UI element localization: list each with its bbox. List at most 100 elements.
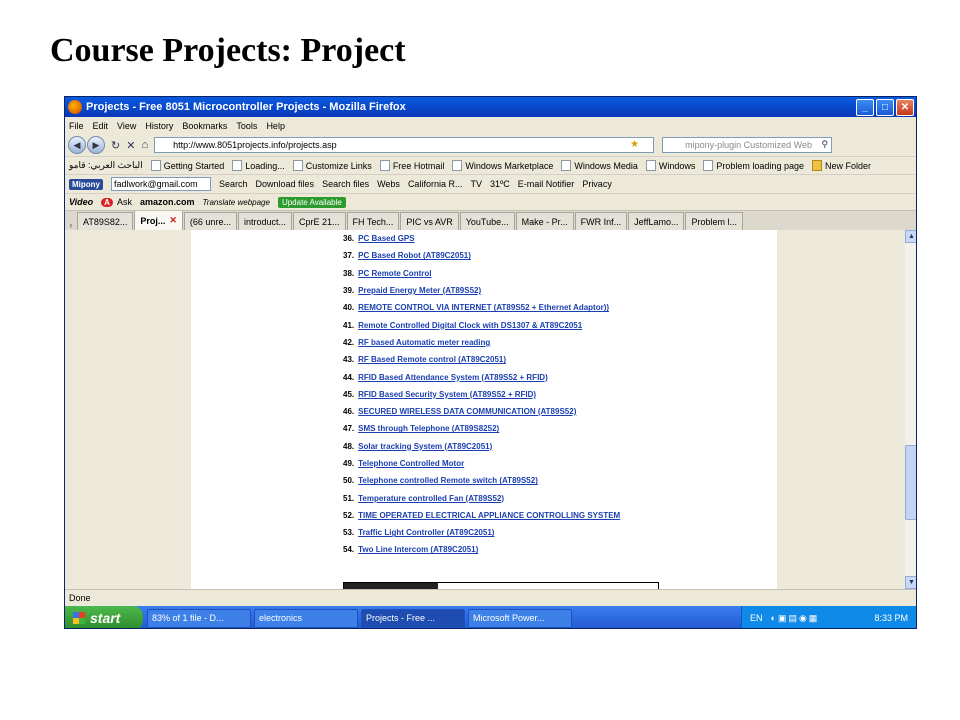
tab[interactable]: FH Tech...	[346, 212, 400, 230]
project-link[interactable]: Solar tracking System (AT89C2051)	[358, 442, 492, 451]
url-bar[interactable]: http://www.8051projects.info/projects.as…	[154, 137, 655, 153]
taskbar-item[interactable]: Microsoft Power...	[468, 608, 572, 628]
clock[interactable]: 8:33 PM	[874, 613, 908, 623]
menu-tools[interactable]: Tools	[236, 121, 257, 131]
project-link[interactable]: SMS through Telephone (AT89S8252)	[358, 424, 499, 433]
project-link[interactable]: Temperature controlled Fan (AT89S52)	[358, 494, 504, 503]
bookmark-item[interactable]: Windows	[645, 160, 695, 171]
search-input[interactable]: mipony-plugin Customized Web ⚲	[662, 137, 833, 153]
toolbar-webs[interactable]: Webs	[377, 179, 400, 189]
bookmark-item[interactable]: الباحث العربي: قامو	[69, 160, 143, 171]
taskbar-item[interactable]: electronics	[254, 608, 358, 628]
project-link[interactable]: Remote Controlled Digital Clock with DS1…	[358, 321, 582, 330]
project-link[interactable]: PC Based Robot (AT89C2051)	[358, 251, 471, 260]
project-item: 53. Traffic Light Controller (AT89C2051)	[343, 528, 495, 538]
mipony-logo[interactable]: Mipony	[69, 178, 103, 190]
project-link[interactable]: Telephone Controlled Motor	[358, 459, 464, 468]
bookmark-star-icon[interactable]: ★	[630, 139, 639, 150]
vertical-scrollbar[interactable]: ▲ ▼	[905, 230, 916, 589]
minimize-button[interactable]: _	[856, 98, 874, 116]
email-field[interactable]: fadlwork@gmail.com	[111, 177, 211, 191]
tab[interactable]: CprE 21...	[292, 212, 346, 230]
bookmark-item[interactable]: Loading...	[232, 160, 285, 171]
toolbar-radio[interactable]: California R...	[408, 179, 463, 189]
toolbar-tv[interactable]: TV	[470, 179, 482, 189]
taskbar-item[interactable]: 83% of 1 file - D...	[147, 608, 251, 628]
bookmark-item[interactable]: Windows Media	[561, 160, 638, 171]
project-link[interactable]: Telephone controlled Remote switch (AT89…	[358, 476, 538, 485]
scroll-thumb[interactable]	[905, 445, 916, 520]
stop-icon[interactable]: ✕	[126, 139, 135, 152]
tab-active[interactable]: Proj... ✕	[134, 211, 183, 230]
windows-logo-icon	[73, 612, 85, 624]
window-titlebar[interactable]: Projects - Free 8051 Microcontroller Pro…	[65, 97, 916, 117]
bookmark-item[interactable]: Getting Started	[150, 160, 224, 171]
menu-help[interactable]: Help	[266, 121, 285, 131]
project-link[interactable]: TIME OPERATED ELECTRICAL APPLIANCE CONTR…	[358, 511, 620, 520]
menu-file[interactable]: File	[69, 121, 84, 131]
tab[interactable]: Problem l...	[685, 212, 743, 230]
scroll-up-icon[interactable]: ▲	[905, 230, 916, 243]
tab[interactable]: PIC vs AVR	[400, 212, 459, 230]
bookmark-folder[interactable]: New Folder	[811, 160, 871, 171]
bookmark-item[interactable]: Problem loading page	[703, 160, 804, 171]
tab[interactable]: YouTube...	[459, 212, 515, 230]
translate-button[interactable]: Translate webpage	[202, 198, 269, 207]
project-link[interactable]: RFID Based Attendance System (AT89S52 + …	[358, 373, 548, 382]
search-placeholder: mipony-plugin Customized Web	[685, 140, 812, 150]
close-tab-icon[interactable]: ✕	[169, 215, 177, 226]
project-link[interactable]: SECURED WIRELESS DATA COMMUNICATION (AT8…	[358, 407, 576, 416]
back-icon[interactable]: ◀	[68, 136, 86, 154]
project-link[interactable]: REMOTE CONTROL VIA INTERNET (AT89S52 + E…	[358, 303, 609, 312]
menu-bookmarks[interactable]: Bookmarks	[182, 121, 227, 131]
system-tray: EN ◐▣▤◉▦ 8:33 PM	[741, 606, 916, 628]
video-button[interactable]: Video	[69, 197, 93, 207]
search-icon[interactable]: ⚲	[822, 139, 829, 150]
toolbar-search[interactable]: Search	[219, 179, 248, 189]
project-item: 37. PC Based Robot (AT89C2051)	[343, 251, 471, 261]
tab[interactable]: AT89S82...	[77, 212, 134, 230]
tab[interactable]: FWR Inf...	[574, 212, 628, 230]
close-button[interactable]: ✕	[896, 98, 914, 116]
toolbar-email-notifier[interactable]: E-mail Notifier	[518, 179, 575, 189]
project-item: 43. RF Based Remote control (AT89C2051)	[343, 355, 507, 365]
ask-button[interactable]: Ask	[117, 197, 132, 207]
tab[interactable]: (66 unre...	[183, 212, 237, 230]
project-link[interactable]: PC Remote Control	[358, 269, 431, 278]
project-link[interactable]: RF based Automatic meter reading	[358, 338, 490, 347]
project-link[interactable]: Two Line Intercom (AT89C2051)	[358, 545, 478, 554]
tab[interactable]: Make - Pr...	[515, 212, 574, 230]
bookmark-item[interactable]: Customize Links	[292, 160, 372, 171]
amazon-button[interactable]: amazon.com	[140, 197, 195, 207]
tab-scroll-left-icon[interactable]: ‹	[65, 220, 77, 230]
project-item: 52. TIME OPERATED ELECTRICAL APPLIANCE CO…	[343, 510, 621, 520]
project-link[interactable]: Traffic Light Controller (AT89C2051)	[358, 528, 494, 537]
ask-logo: A	[101, 197, 113, 207]
home-icon[interactable]: ⌂	[141, 139, 148, 151]
tray-icons[interactable]: ◐▣▤◉▦	[771, 613, 875, 624]
toolbar-weather[interactable]: 31ºC	[490, 179, 510, 189]
bookmark-item[interactable]: Free Hotmail	[379, 160, 444, 171]
toolbar-privacy[interactable]: Privacy	[582, 179, 612, 189]
forward-icon[interactable]: ▶	[87, 136, 105, 154]
maximize-button[interactable]: □	[876, 98, 894, 116]
toolbar-search-files[interactable]: Search files	[322, 179, 369, 189]
menu-history[interactable]: History	[145, 121, 173, 131]
tab[interactable]: JeffLamo...	[628, 212, 685, 230]
project-link[interactable]: PC Based GPS	[358, 234, 414, 243]
bookmark-item[interactable]: Windows Marketplace	[452, 160, 553, 171]
start-button[interactable]: start	[65, 606, 143, 628]
taskbar-item-active[interactable]: Projects - Free ...	[361, 608, 465, 628]
project-link[interactable]: RFID Based Security System (AT89S52 + RF…	[358, 390, 536, 399]
project-link[interactable]: RF Based Remote control (AT89C2051)	[358, 355, 506, 364]
scroll-down-icon[interactable]: ▼	[905, 576, 916, 589]
update-available-button[interactable]: Update Available	[277, 196, 346, 208]
project-link[interactable]: Prepaid Energy Meter (AT89S52)	[358, 286, 481, 295]
reload-icon[interactable]: ↻	[111, 139, 120, 152]
menu-view[interactable]: View	[117, 121, 136, 131]
language-indicator[interactable]: EN	[750, 613, 763, 623]
tab[interactable]: introduct...	[237, 212, 292, 230]
status-bar: Done	[65, 589, 916, 606]
menu-edit[interactable]: Edit	[93, 121, 109, 131]
toolbar-download-files[interactable]: Download files	[256, 179, 315, 189]
